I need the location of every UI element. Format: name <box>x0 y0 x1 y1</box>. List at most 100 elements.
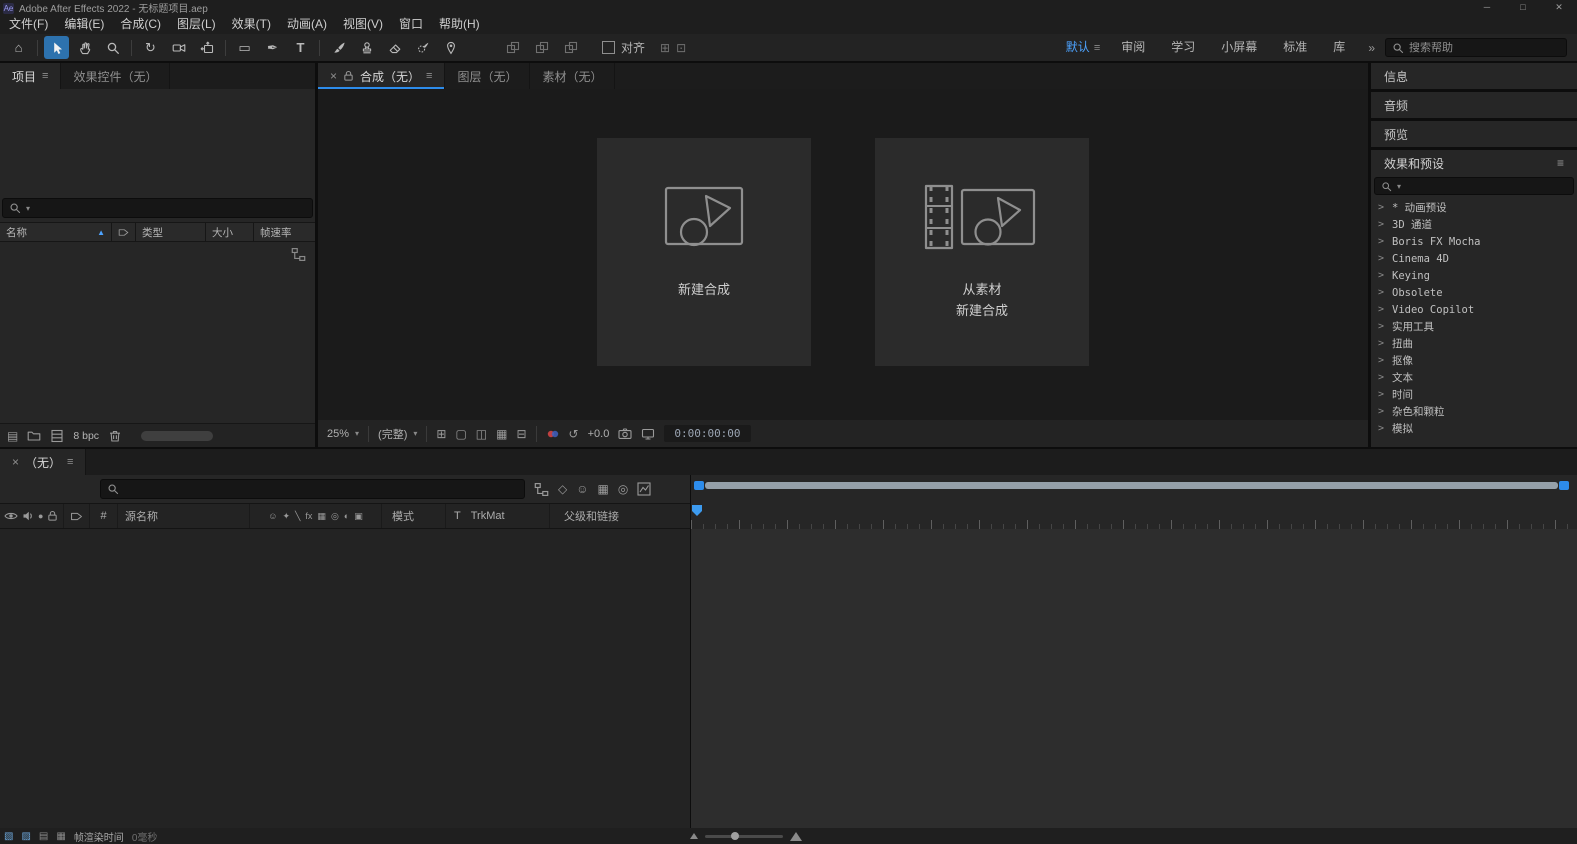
lock-icon[interactable] <box>47 510 58 522</box>
3d-layer-icon[interactable]: ▣ <box>354 511 363 522</box>
collapsed-panel-header[interactable]: 音频 <box>1371 92 1577 118</box>
menu-item[interactable]: 视图(V) <box>335 15 391 34</box>
panel-menu-icon[interactable]: ≡ <box>67 456 73 468</box>
chevron-right-icon[interactable]: > <box>1378 321 1386 332</box>
expand-render-pane-icon[interactable]: ▦ <box>56 831 65 842</box>
region-of-interest-icon[interactable]: ◫ <box>476 427 487 441</box>
menu-item[interactable]: 图层(L) <box>169 15 224 34</box>
chevron-right-icon[interactable]: > <box>1378 389 1386 400</box>
align-toggle[interactable]: 对齐 <box>602 39 645 56</box>
source-name-column[interactable]: 源名称 <box>118 504 250 528</box>
search-options-icon[interactable]: ▾ <box>26 204 30 213</box>
chevron-right-icon[interactable]: > <box>1378 202 1386 213</box>
workspace-item[interactable]: 小屏幕 <box>1208 34 1270 61</box>
resolution-dropdown[interactable]: (完整) ▾ <box>378 426 417 442</box>
timeline-search-input[interactable] <box>124 483 518 495</box>
layer-option-button[interactable] <box>500 36 525 59</box>
column-type[interactable]: 类型 <box>136 223 206 241</box>
project-item-list[interactable] <box>0 242 315 423</box>
chevron-right-icon[interactable]: > <box>1378 423 1386 434</box>
mask-paths-icon[interactable]: ▢ <box>455 427 466 441</box>
help-search-input[interactable] <box>1409 42 1560 54</box>
tab-project[interactable]: 项目 ≡ <box>0 63 61 89</box>
close-panel-icon[interactable]: × <box>12 455 19 469</box>
collapse-transformations-icon[interactable]: ✦ <box>282 511 290 522</box>
maximize-button[interactable]: □ <box>1505 0 1541 15</box>
fx-icon[interactable]: fx <box>305 511 312 521</box>
collapsed-panel-header[interactable]: 信息 <box>1371 63 1577 89</box>
time-navigator[interactable] <box>694 481 1569 490</box>
snap-icon[interactable]: ⊞ <box>660 41 670 55</box>
effects-presets-header[interactable]: 效果和预设 ≡ <box>1371 150 1577 176</box>
effects-category[interactable]: > Video Copilot <box>1371 301 1577 318</box>
eraser-tool[interactable] <box>382 36 407 59</box>
menu-item[interactable]: 窗口 <box>391 15 431 34</box>
new-composition-icon[interactable] <box>50 429 64 443</box>
parent-link-column[interactable]: 父级和链接 <box>550 504 690 528</box>
workspace-default[interactable]: 默认 <box>1053 34 1094 61</box>
column-framerate[interactable]: 帧速率 <box>254 223 315 241</box>
playhead-icon[interactable] <box>692 505 702 516</box>
snap-icon[interactable]: ⊡ <box>676 41 686 55</box>
channels-icon[interactable] <box>546 427 560 441</box>
search-options-icon[interactable]: ▾ <box>1397 182 1401 191</box>
expand-layer-switches-icon[interactable]: ▧ <box>4 831 13 842</box>
workspace-menu-icon[interactable]: ≡ <box>1094 42 1108 54</box>
camera-tool[interactable] <box>166 36 191 59</box>
effects-search[interactable]: ▾ <box>1374 177 1574 195</box>
column-name[interactable]: 名称 ▲ <box>0 223 112 241</box>
close-panel-icon[interactable]: × <box>330 69 337 83</box>
lock-icon[interactable] <box>343 70 354 82</box>
track-area[interactable] <box>690 529 1577 828</box>
pen-tool[interactable]: ✒ <box>260 36 285 59</box>
roto-brush-tool[interactable] <box>410 36 435 59</box>
hand-tool[interactable] <box>72 36 97 59</box>
solo-icon[interactable]: ● <box>38 511 43 521</box>
timeline-zoom-control[interactable] <box>690 832 802 841</box>
frame-blending-icon[interactable]: ▦ <box>598 482 609 496</box>
grid-guides-icon[interactable]: ⊞ <box>436 427 446 441</box>
clone-stamp-tool[interactable] <box>354 36 379 59</box>
expand-in-out-icon[interactable]: ▤ <box>39 831 48 842</box>
trkmat-column[interactable]: T TrkMat <box>446 504 550 528</box>
mode-column[interactable]: 模式 <box>382 504 446 528</box>
column-label-color[interactable] <box>112 223 136 241</box>
effects-category[interactable]: > 扭曲 <box>1371 335 1577 352</box>
new-composition-button[interactable]: 新建合成 <box>597 138 811 366</box>
shape-tool[interactable]: ▭ <box>232 36 257 59</box>
selection-tool[interactable] <box>44 36 69 59</box>
chevron-right-icon[interactable]: > <box>1378 338 1386 349</box>
align-checkbox[interactable] <box>602 41 615 54</box>
project-search[interactable]: ▾ <box>2 198 313 218</box>
graph-editor-icon[interactable] <box>637 482 651 496</box>
project-search-input[interactable] <box>35 202 306 214</box>
help-search[interactable] <box>1385 38 1567 57</box>
zoom-slider-track[interactable] <box>705 835 783 838</box>
zoom-slider-thumb[interactable] <box>731 832 739 840</box>
zoom-tool[interactable] <box>100 36 125 59</box>
hide-shy-layers-icon[interactable]: ☺ <box>576 482 588 496</box>
workspace-item[interactable]: 标准 <box>1270 34 1320 61</box>
close-button[interactable]: ✕ <box>1541 0 1577 15</box>
chevron-right-icon[interactable]: > <box>1378 372 1386 383</box>
frame-blend-icon[interactable]: ▦ <box>317 511 326 522</box>
show-snapshot-icon[interactable] <box>641 428 655 440</box>
tab-layer[interactable]: 图层（无） <box>445 63 530 89</box>
tab-effect-controls[interactable]: 效果控件（无） <box>61 63 170 89</box>
chevron-right-icon[interactable]: > <box>1378 253 1386 264</box>
preview-quality-icon[interactable]: ⊟ <box>516 427 526 441</box>
transparency-grid-icon[interactable]: ▦ <box>496 427 507 441</box>
delete-icon[interactable] <box>108 429 122 443</box>
expand-transfer-controls-icon[interactable]: ▨ <box>21 831 30 842</box>
mini-flowchart-icon[interactable] <box>534 482 549 497</box>
type-tool[interactable]: T <box>288 36 313 59</box>
effects-category[interactable]: > 模拟 <box>1371 420 1577 437</box>
effects-category[interactable]: > Boris FX Mocha <box>1371 233 1577 250</box>
minimize-button[interactable]: ─ <box>1469 0 1505 15</box>
pan-behind-tool[interactable] <box>194 36 219 59</box>
workspace-item[interactable]: 库 <box>1320 34 1358 61</box>
motion-blur-icon[interactable]: ◎ <box>618 482 628 496</box>
effects-category[interactable]: > Cinema 4D <box>1371 250 1577 267</box>
workspace-item[interactable]: 学习 <box>1158 34 1208 61</box>
eye-icon[interactable] <box>4 511 18 521</box>
